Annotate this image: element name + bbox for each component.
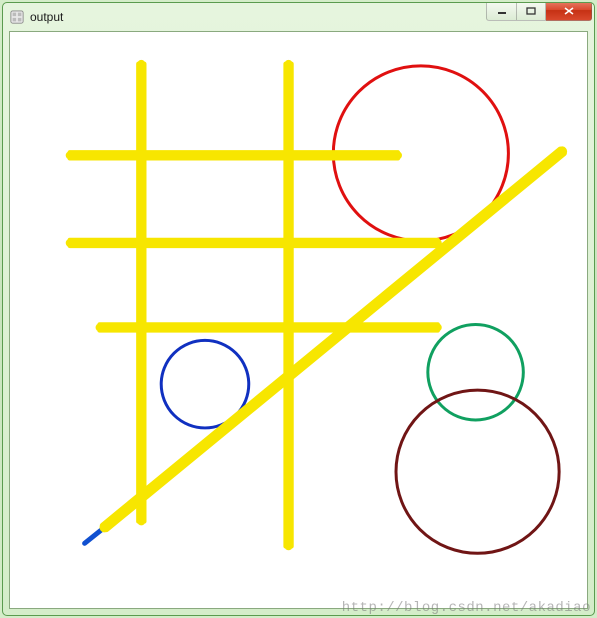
close-icon [564,7,574,15]
maximize-icon [526,7,536,15]
darkred-circle [396,390,559,553]
app-window: output [2,2,595,616]
green-circle [428,324,524,420]
minimize-button[interactable] [486,2,516,21]
maximize-button[interactable] [516,2,546,21]
titlebar[interactable]: output [3,3,594,31]
close-button[interactable] [546,2,592,21]
drawing-surface [10,32,587,608]
yellow-line-5 [105,151,563,527]
window-controls [486,2,592,21]
minimize-icon [497,7,507,15]
image-canvas [9,31,588,609]
app-icon [9,9,25,25]
